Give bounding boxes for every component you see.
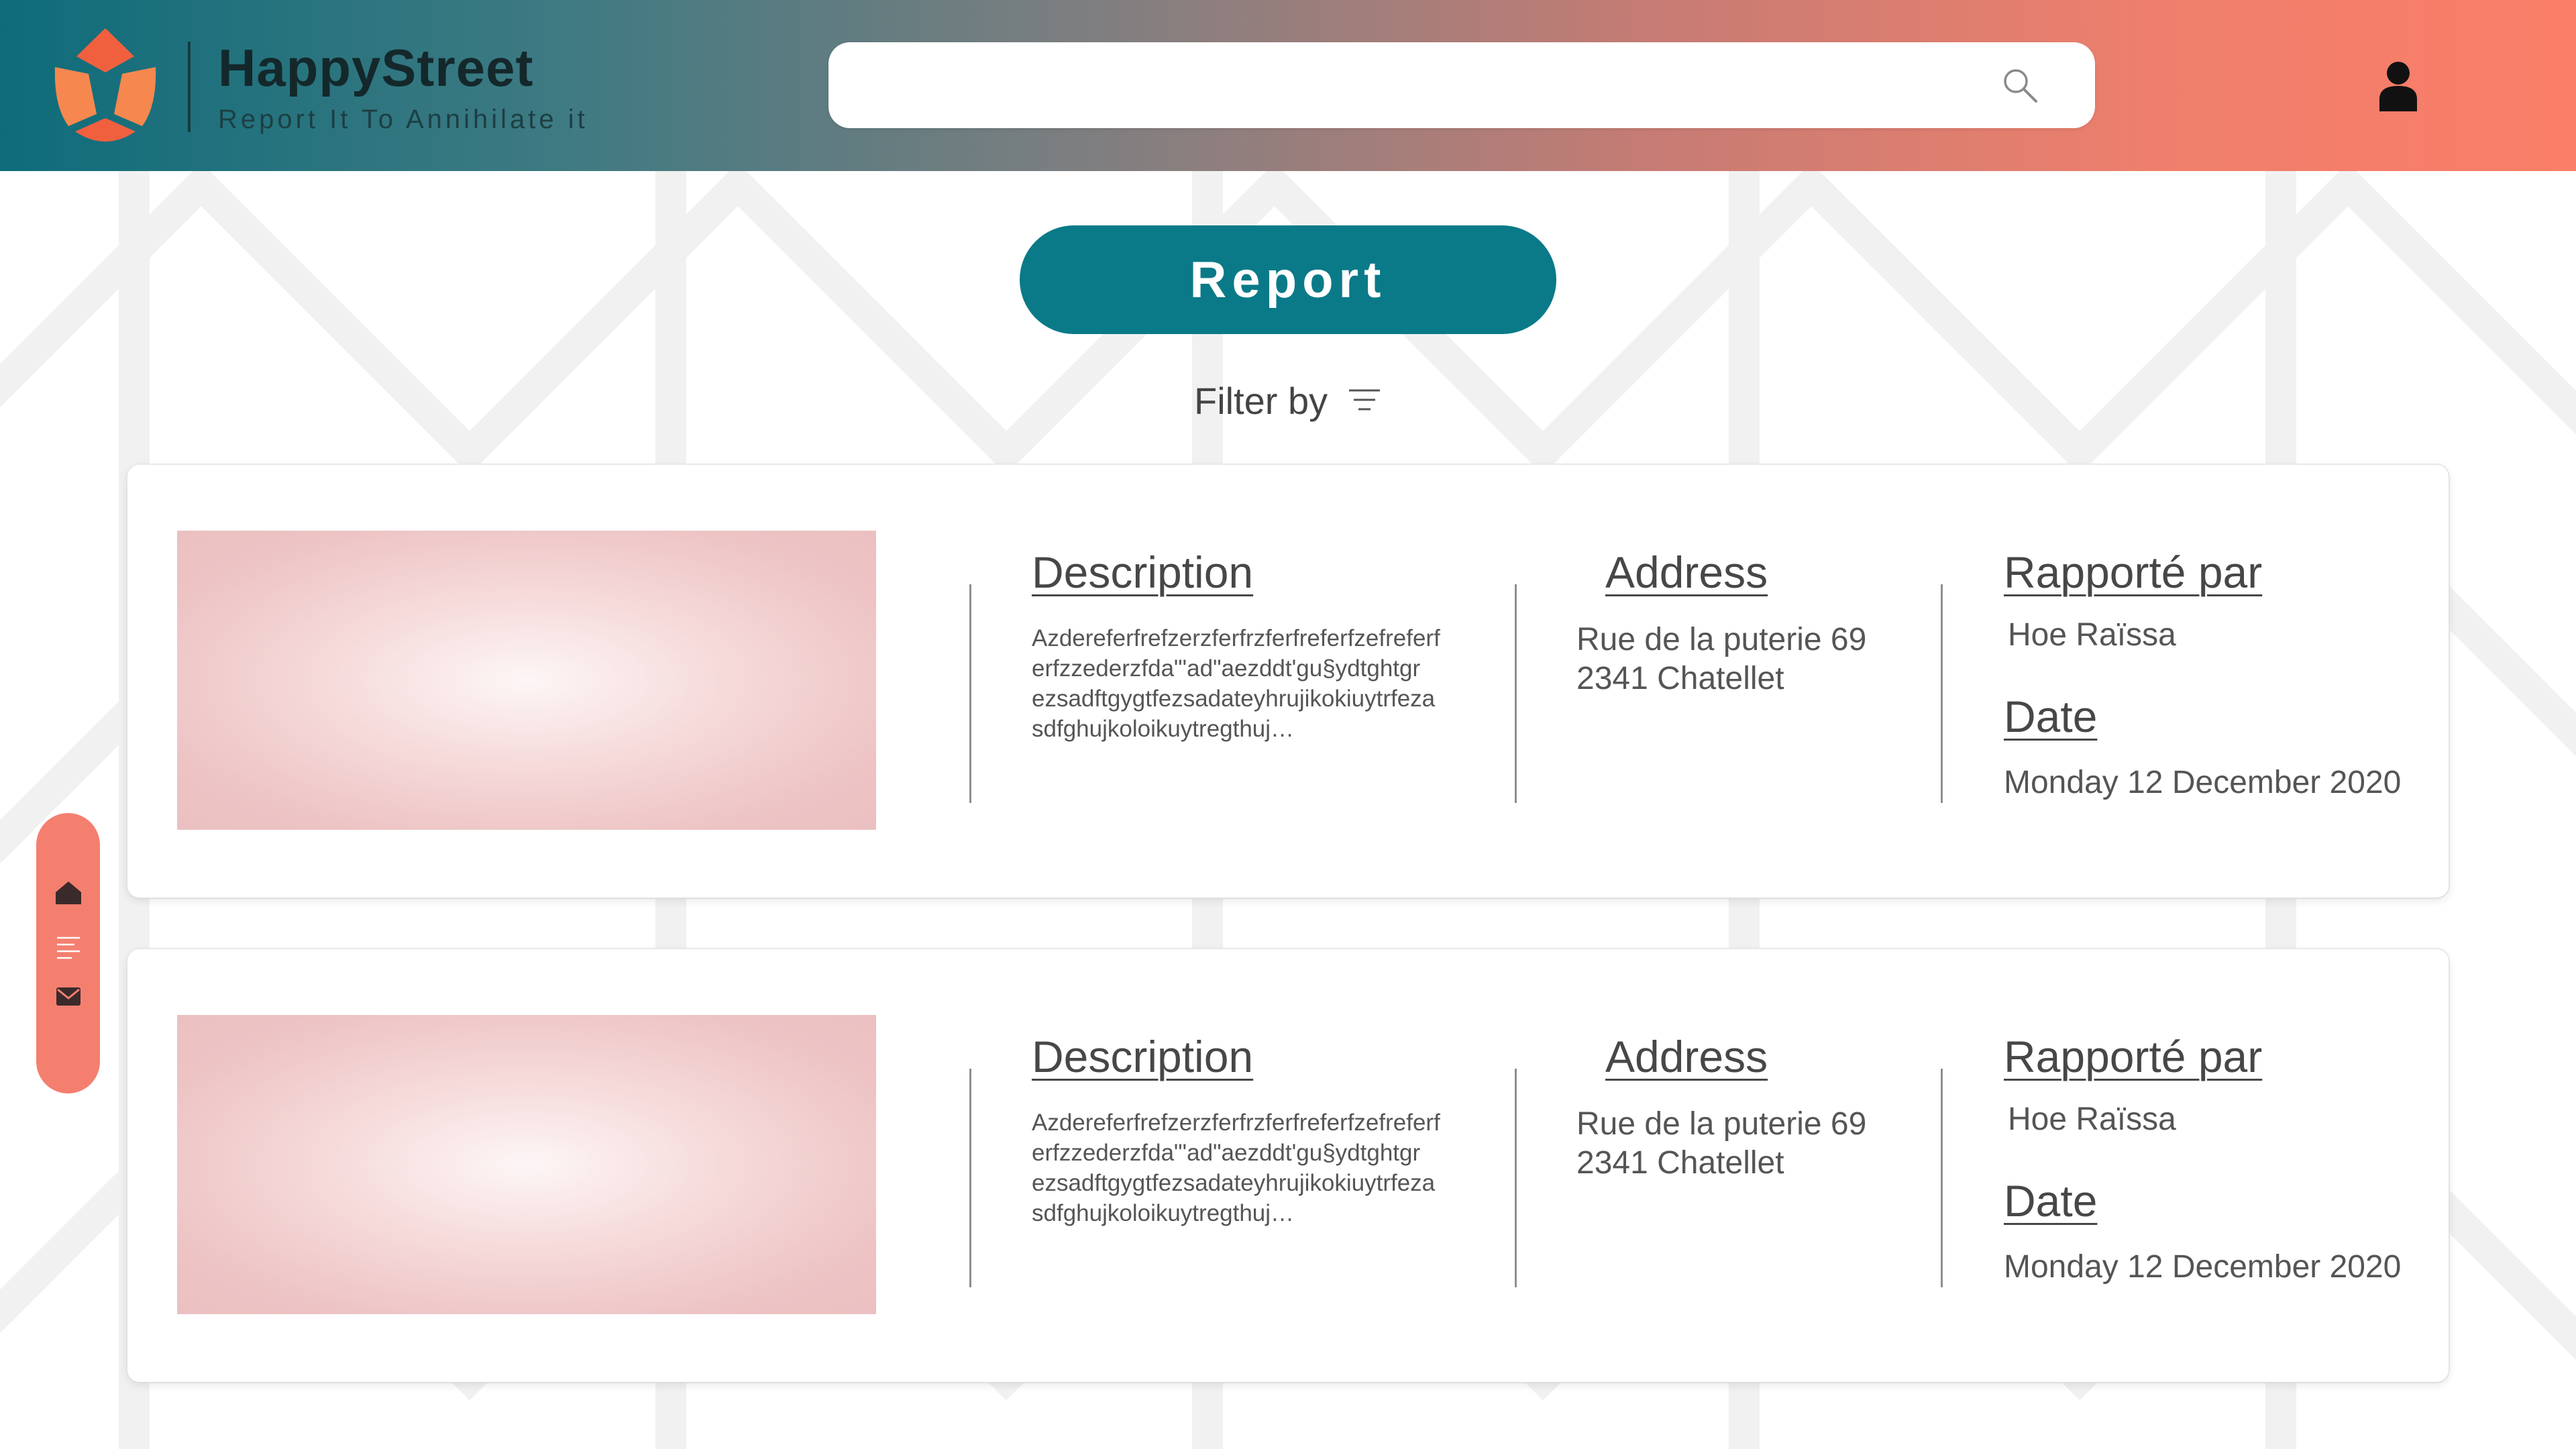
description-heading[interactable]: Description <box>1032 1030 1253 1083</box>
address-line-2: 2341 Chatellet <box>1576 1145 1784 1181</box>
search-input[interactable] <box>855 42 1998 129</box>
brand-tagline: Report It To Annihilate it <box>218 105 588 134</box>
report-image[interactable] <box>177 1015 876 1314</box>
address-line-2: 2341 Chatellet <box>1576 661 1784 696</box>
search-icon[interactable] <box>2001 66 2039 104</box>
logo-divider <box>188 42 191 132</box>
column-divider <box>969 584 971 803</box>
description-text: Azdereferfrefzerzferfrzferfreferfzefrefe… <box>1032 1110 1440 1226</box>
list-icon[interactable] <box>54 932 83 961</box>
report-button[interactable]: Report <box>1020 225 1556 334</box>
reporter-name: Hoe Raïssa <box>2008 617 2176 653</box>
brand-name: HappyStreet <box>218 38 534 97</box>
report-card[interactable]: Description Azdereferfrefzerzferfrzferfr… <box>127 949 2449 1382</box>
address-line-1: Rue de la puterie 69 <box>1576 622 1867 657</box>
home-icon[interactable] <box>54 879 83 907</box>
description-text: Azdereferfrefzerzferfrzferfreferfzefrefe… <box>1032 625 1440 742</box>
address-text: Rue de la puterie 69 2341 Chatellet <box>1576 1105 1866 1183</box>
address-text: Rue de la puterie 69 2341 Chatellet <box>1576 621 1866 698</box>
description-heading[interactable]: Description <box>1032 545 1253 599</box>
top-header: HappyStreet Report It To Annihilate it <box>0 0 2576 171</box>
address-line-1: Rue de la puterie 69 <box>1576 1106 1867 1142</box>
column-divider <box>1941 584 1943 803</box>
filter-icon[interactable] <box>1348 385 1381 416</box>
mail-icon[interactable] <box>54 982 83 1010</box>
filter-label: Filter by <box>1194 379 1328 422</box>
report-date: Monday 12 December 2020 <box>2004 1249 2402 1285</box>
date-heading[interactable]: Date <box>2004 1174 2097 1228</box>
address-heading[interactable]: Address <box>1605 545 1768 599</box>
search-bar[interactable] <box>828 42 2095 129</box>
column-divider <box>1515 584 1517 803</box>
report-image[interactable] <box>177 531 876 830</box>
user-icon[interactable] <box>2378 60 2418 111</box>
column-divider <box>1941 1069 1943 1287</box>
filter-toggle[interactable]: Filter by <box>1194 377 1381 424</box>
logo-icon[interactable] <box>48 25 162 146</box>
reported-by-heading[interactable]: Rapporté par <box>2004 545 2262 599</box>
address-heading[interactable]: Address <box>1605 1030 1768 1083</box>
report-date: Monday 12 December 2020 <box>2004 765 2402 800</box>
date-heading[interactable]: Date <box>2004 690 2097 743</box>
reporter-name: Hoe Raïssa <box>2008 1102 2176 1137</box>
column-divider <box>1515 1069 1517 1287</box>
column-divider <box>969 1069 971 1287</box>
reported-by-heading[interactable]: Rapporté par <box>2004 1030 2262 1083</box>
report-card[interactable]: Description Azdereferfrefzerzferfrzferfr… <box>127 465 2449 898</box>
side-nav <box>36 813 100 1093</box>
